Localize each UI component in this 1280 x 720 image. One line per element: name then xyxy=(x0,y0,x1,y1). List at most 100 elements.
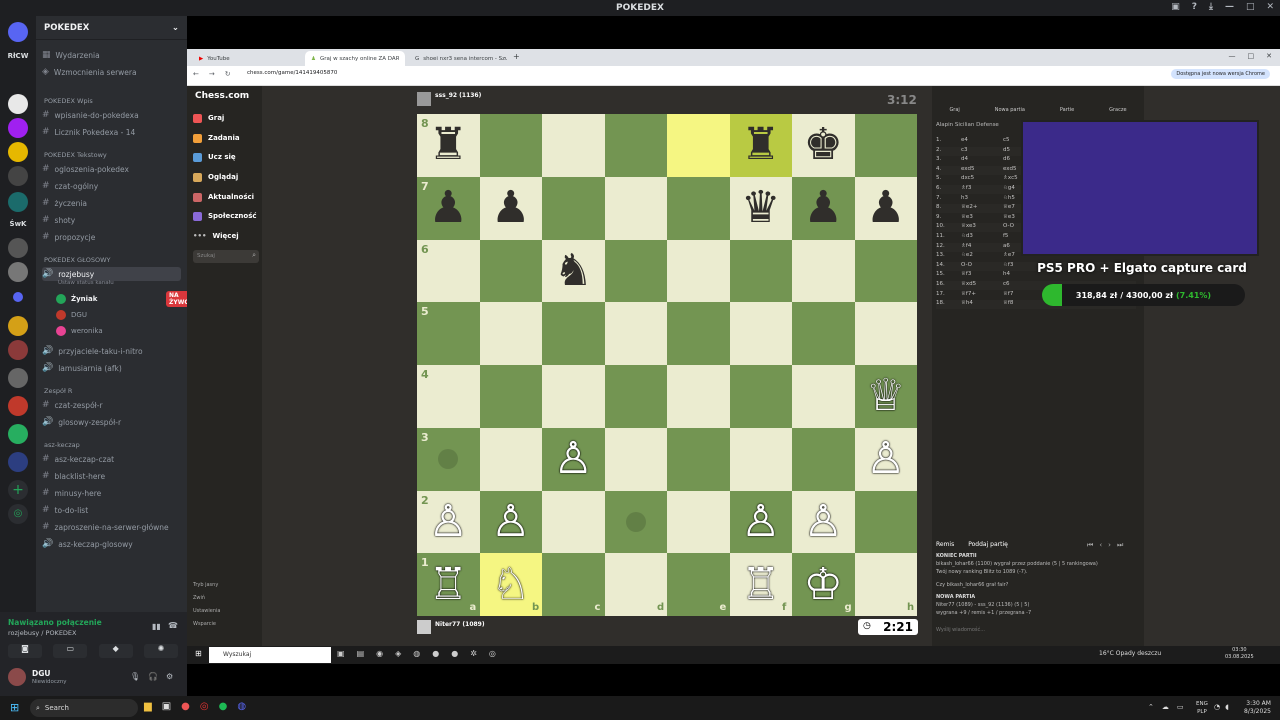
url-field[interactable]: chess.com/game/141419405870 xyxy=(247,70,337,76)
tab-new-game[interactable]: Nowa partia xyxy=(995,107,1025,113)
voice-user[interactable]: Żyniak NA ŻYWO xyxy=(56,291,196,307)
voice-channel[interactable]: 🔊 lamusiarnia (afk) xyxy=(42,361,181,375)
chess-logo[interactable]: Chess.com xyxy=(195,91,249,101)
board-square[interactable] xyxy=(792,239,855,303)
server-icon[interactable] xyxy=(8,396,28,416)
board-square[interactable] xyxy=(604,365,667,428)
board-square[interactable] xyxy=(479,239,542,303)
windows-start-icon[interactable]: ⊞ xyxy=(195,649,202,658)
nav-play[interactable]: Graj xyxy=(193,111,224,125)
maximize-icon[interactable]: □ xyxy=(1246,2,1255,12)
server-icon[interactable] xyxy=(8,142,28,162)
settings-icon[interactable]: ✲ xyxy=(470,649,477,658)
board-square[interactable] xyxy=(479,427,542,491)
black-rook-piece[interactable]: ♜ xyxy=(417,114,480,177)
firefox-icon[interactable]: ● xyxy=(181,701,190,712)
black-knight-piece[interactable]: ♞ xyxy=(542,240,605,303)
avatar[interactable] xyxy=(417,620,431,634)
bottom-player-name[interactable]: Niter77 (1089) xyxy=(435,621,485,628)
server-icon[interactable] xyxy=(8,118,28,138)
app-icon[interactable]: ◎ xyxy=(200,701,209,712)
nav-puzzles[interactable]: Zadania xyxy=(193,131,240,145)
board-square[interactable] xyxy=(604,427,667,491)
draw-button[interactable]: Remis xyxy=(936,541,954,548)
board-square[interactable] xyxy=(667,302,730,365)
volume-icon[interactable]: ◖ xyxy=(1225,703,1229,711)
signal-icon[interactable]: ▮▮ xyxy=(152,622,161,631)
white-pawn-piece[interactable]: ♙ xyxy=(417,491,480,554)
board-square[interactable] xyxy=(729,302,792,365)
category-asz[interactable]: asz-keczap xyxy=(44,441,80,449)
last-move-icon[interactable]: ⏭ xyxy=(1117,541,1123,550)
prev-move-icon[interactable]: ‹ xyxy=(1099,541,1102,550)
disconnect-icon[interactable]: ☎ xyxy=(168,621,178,630)
app-tray-icon[interactable]: ▭ xyxy=(1177,703,1184,711)
move-san[interactable]: d4 xyxy=(961,156,968,162)
search-box[interactable]: Szukaj ⌕ xyxy=(193,250,259,263)
server-icon[interactable] xyxy=(8,262,28,282)
board-square[interactable] xyxy=(479,114,542,177)
search-box[interactable]: ⌕ Search xyxy=(30,699,138,717)
minimize-icon[interactable]: — xyxy=(1225,2,1234,12)
white-king-piece[interactable]: ♔ xyxy=(792,553,855,616)
board-square[interactable] xyxy=(729,239,792,303)
back-icon[interactable]: ← xyxy=(193,70,199,78)
move-san[interactable]: O-O xyxy=(961,262,972,268)
nav-collapse[interactable]: Zwiń xyxy=(193,595,205,601)
black-pawn-piece[interactable]: ♟ xyxy=(480,177,543,240)
board-square[interactable] xyxy=(604,302,667,365)
move-san[interactable]: ♕xe3 xyxy=(961,223,976,229)
connection-channel[interactable]: rozjebusy / POKEDEX xyxy=(8,629,77,637)
move-san[interactable]: ♘h5 xyxy=(1003,195,1015,201)
server-pokedex[interactable] xyxy=(8,94,28,114)
move-san[interactable]: ♗f3 xyxy=(961,185,971,191)
channel-item[interactable]: # propozycje xyxy=(42,230,181,244)
next-move-icon[interactable]: › xyxy=(1108,541,1111,550)
file-explorer-icon[interactable]: ▆ xyxy=(144,701,152,712)
new-tab-icon[interactable]: + xyxy=(513,52,520,61)
server-label-swk[interactable]: ŚwK xyxy=(4,220,32,228)
black-rook-piece[interactable]: ♜ xyxy=(730,114,793,177)
black-pawn-piece[interactable]: ♟ xyxy=(855,177,918,240)
tab-players[interactable]: Gracze xyxy=(1109,107,1126,113)
category-zespol[interactable]: Zespół R xyxy=(44,387,72,395)
move-san[interactable]: ♘f3 xyxy=(1003,262,1013,268)
server-icon[interactable] xyxy=(8,340,28,360)
forward-icon[interactable]: → xyxy=(209,70,215,78)
channel-item[interactable]: # Licznik Pokedexa - 14 xyxy=(42,125,181,139)
channel-item[interactable]: # czat-ogólny xyxy=(42,179,181,193)
voice-status[interactable]: Ustaw status kanału xyxy=(58,280,114,286)
channel-item[interactable]: # to-do-list xyxy=(42,503,181,517)
channel-item[interactable]: # shoty xyxy=(42,213,181,227)
spotify-icon[interactable]: ● xyxy=(219,701,228,712)
board-square[interactable] xyxy=(479,365,542,428)
screen-share-icon[interactable]: ▭ xyxy=(53,644,88,658)
channel-item[interactable]: # ogloszenia-pokedex xyxy=(42,162,181,176)
board-square[interactable] xyxy=(792,427,855,491)
white-rook-piece[interactable]: ♖ xyxy=(730,553,793,616)
soundboard-icon[interactable]: ✺ xyxy=(143,644,178,658)
minimize-icon[interactable]: — xyxy=(1229,52,1236,60)
boosts-item[interactable]: ◈ Wzmocnienia serwera xyxy=(42,65,181,79)
move-san[interactable]: ♕e3 xyxy=(961,214,973,220)
move-san[interactable]: ♕e3 xyxy=(1003,214,1015,220)
wifi-icon[interactable]: ◔ xyxy=(1214,703,1220,711)
server-icon[interactable] xyxy=(8,166,28,186)
board-square[interactable] xyxy=(667,176,730,240)
board-square[interactable] xyxy=(854,490,917,554)
add-server-icon[interactable]: + xyxy=(8,480,28,500)
maximize-icon[interactable]: □ xyxy=(1248,52,1255,60)
black-pawn-piece[interactable]: ♟ xyxy=(792,177,855,240)
voice-user[interactable]: weronika xyxy=(56,324,103,338)
board-square[interactable] xyxy=(854,114,917,177)
board-square[interactable] xyxy=(667,239,730,303)
channel-item[interactable]: # asz-keczap-czat xyxy=(42,452,181,466)
voice-channel-active[interactable]: 🔊 rozjebusy xyxy=(42,267,181,281)
board-square[interactable] xyxy=(667,427,730,491)
activity-icon[interactable]: ◆ xyxy=(98,644,133,658)
move-san[interactable]: exd5 xyxy=(961,166,975,172)
channel-item[interactable]: # zaproszenie-na-serwer-główne xyxy=(42,520,181,534)
white-pawn-piece[interactable]: ♙ xyxy=(480,491,543,554)
update-chrome-button[interactable]: Dostępna jest nowa wersja Chrome xyxy=(1171,69,1270,79)
channel-item[interactable]: # wpisanie-do-pokedexa xyxy=(42,108,181,122)
